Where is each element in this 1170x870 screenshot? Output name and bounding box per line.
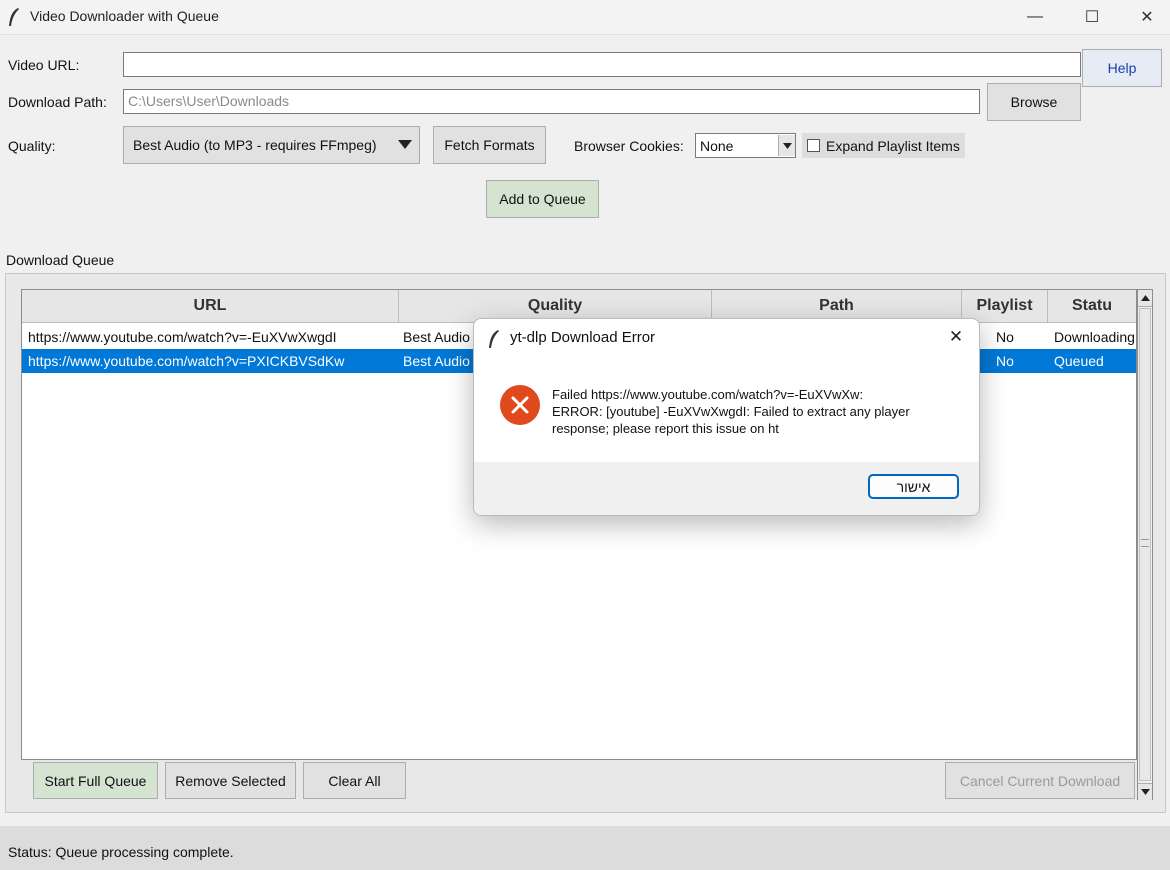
- video-url-input[interactable]: [123, 52, 1081, 77]
- dialog-title: yt-dlp Download Error: [510, 329, 656, 346]
- error-dialog: yt-dlp Download Error ✕ Failed https://w…: [473, 318, 980, 516]
- remove-selected-button[interactable]: Remove Selected: [165, 762, 296, 799]
- combobox-arrow-icon[interactable]: [778, 135, 795, 156]
- window-title: Video Downloader with Queue: [30, 8, 219, 24]
- start-full-queue-button[interactable]: Start Full Queue: [33, 762, 158, 799]
- cell-status: Queued: [1054, 353, 1104, 369]
- status-text: Status: Queue processing complete.: [8, 844, 234, 860]
- quality-value: Best Audio (to MP3 - requires FFmpeg): [133, 137, 377, 153]
- dropdown-arrow-icon: [398, 140, 412, 149]
- scroll-thumb[interactable]: [1139, 308, 1151, 781]
- video-url-label: Video URL:: [8, 57, 80, 73]
- download-queue-label: Download Queue: [6, 252, 115, 268]
- checkbox-box[interactable]: [807, 139, 820, 152]
- browse-button[interactable]: Browse: [987, 83, 1081, 121]
- cell-status: Downloading: [1054, 329, 1135, 345]
- expand-playlist-label: Expand Playlist Items: [826, 137, 960, 154]
- error-icon: [500, 385, 540, 425]
- dialog-message: Failed https://www.youtube.com/watch?v=-…: [552, 386, 910, 437]
- help-button[interactable]: Help: [1082, 49, 1162, 87]
- title-bar: Video Downloader with Queue — ☐ ✕: [0, 0, 1170, 34]
- minimize-button[interactable]: —: [1012, 0, 1058, 34]
- queue-scrollbar[interactable]: [1137, 289, 1153, 800]
- dialog-close-button[interactable]: ✕: [939, 325, 973, 349]
- cell-url: https://www.youtube.com/watch?v=-EuXVwXw…: [28, 329, 337, 345]
- add-to-queue-button[interactable]: Add to Queue: [486, 180, 599, 218]
- scroll-up-icon[interactable]: [1138, 290, 1152, 307]
- message-line: ERROR: [youtube] -EuXVwXwgdI: Failed to …: [552, 404, 910, 419]
- scroll-down-icon[interactable]: [1138, 783, 1152, 800]
- close-window-button[interactable]: ✕: [1124, 0, 1170, 34]
- download-path-label: Download Path:: [8, 94, 107, 110]
- maximize-button[interactable]: ☐: [1069, 0, 1115, 34]
- browser-cookies-value: None: [700, 138, 734, 154]
- cancel-current-download-button[interactable]: Cancel Current Download: [945, 762, 1135, 799]
- browser-cookies-label: Browser Cookies:: [574, 138, 684, 154]
- quality-dropdown[interactable]: Best Audio (to MP3 - requires FFmpeg): [123, 126, 420, 164]
- message-line: response; please report this issue on ht: [552, 421, 779, 436]
- message-line: Failed https://www.youtube.com/watch?v=-…: [552, 387, 864, 402]
- title-divider: [0, 34, 1170, 35]
- feather-icon: [489, 330, 499, 348]
- quality-label: Quality:: [8, 138, 56, 154]
- browser-cookies-combobox[interactable]: None: [695, 133, 796, 158]
- download-path-input[interactable]: C:\Users\User\Downloads: [123, 89, 980, 114]
- column-header-status[interactable]: Statu: [1048, 290, 1136, 323]
- clear-all-button[interactable]: Clear All: [303, 762, 406, 799]
- fetch-formats-button[interactable]: Fetch Formats: [433, 126, 546, 164]
- scroll-grip-icon: [1141, 539, 1149, 547]
- ok-button[interactable]: אישור: [868, 474, 959, 499]
- dialog-footer: אישור: [474, 462, 979, 515]
- status-bar: Status: Queue processing complete.: [0, 826, 1170, 870]
- column-header-url[interactable]: URL: [22, 290, 399, 323]
- expand-playlist-checkbox[interactable]: Expand Playlist Items: [802, 133, 965, 158]
- feather-icon: [9, 8, 19, 26]
- cell-url: https://www.youtube.com/watch?v=PXICKBVS…: [28, 353, 345, 369]
